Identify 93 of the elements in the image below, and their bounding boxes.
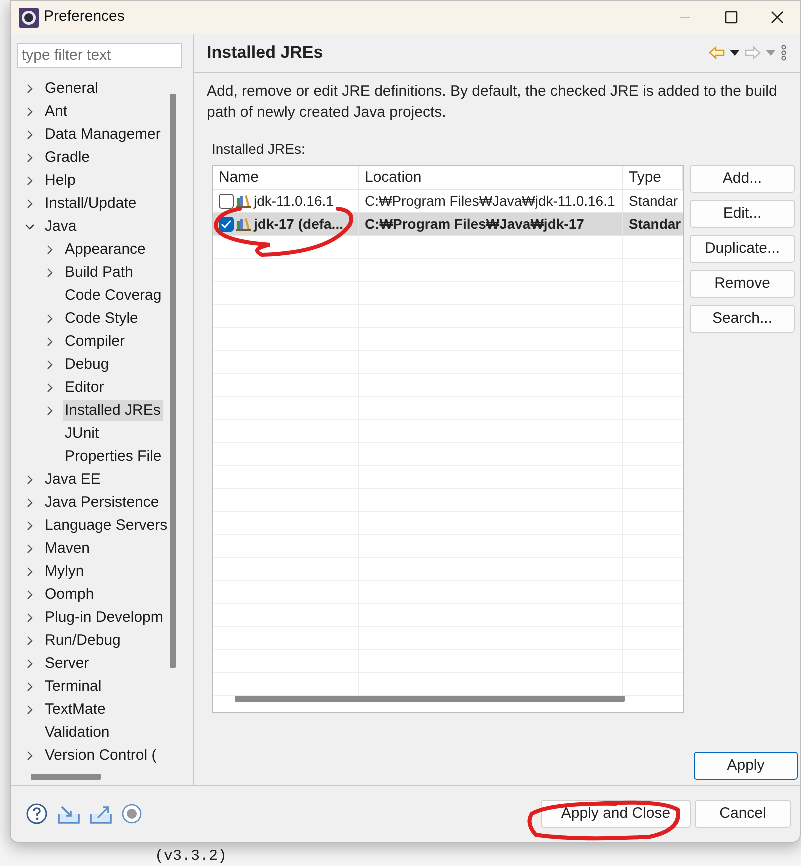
tree-item[interactable]: Maven bbox=[43, 538, 92, 559]
chevron-right-icon[interactable] bbox=[25, 590, 35, 600]
more-icon[interactable] bbox=[781, 45, 787, 61]
table-label: Installed JREs: bbox=[212, 140, 306, 159]
chevron-right-icon[interactable] bbox=[25, 152, 35, 162]
tree-item[interactable]: Installed JREs bbox=[63, 400, 163, 421]
tree-item[interactable]: Ant bbox=[43, 101, 70, 122]
tree-item[interactable]: Compiler bbox=[63, 331, 128, 352]
chevron-right-icon[interactable] bbox=[25, 198, 35, 208]
tree-item[interactable]: Appearance bbox=[63, 239, 148, 260]
chevron-right-icon[interactable] bbox=[25, 130, 35, 140]
tree-item[interactable]: Editor bbox=[63, 377, 106, 398]
chevron-right-icon[interactable] bbox=[25, 106, 35, 116]
column-header[interactable]: Name bbox=[213, 166, 359, 189]
chevron-right-icon[interactable] bbox=[45, 382, 55, 392]
chevron-right-icon[interactable] bbox=[25, 474, 35, 484]
help-icon[interactable] bbox=[26, 803, 48, 825]
chevron-right-icon[interactable] bbox=[25, 566, 35, 576]
chevron-right-icon[interactable] bbox=[25, 176, 35, 186]
table-cell-text: jdk-17 (defa... bbox=[254, 214, 344, 234]
tree-item[interactable]: Server bbox=[43, 653, 92, 674]
tree-item[interactable]: Debug bbox=[63, 354, 112, 375]
chevron-right-icon[interactable] bbox=[45, 314, 55, 324]
tree-item[interactable]: Properties File bbox=[63, 446, 164, 467]
description-text: Add, remove or edit JRE definitions. By default, the checked JRE is added to the build path of newly created Java projects. bbox=[206, 82, 778, 123]
tree-item[interactable]: Code Style bbox=[63, 308, 140, 329]
tree-item[interactable]: Java EE bbox=[43, 469, 103, 490]
checkbox[interactable] bbox=[219, 194, 234, 208]
side-button[interactable]: Edit... bbox=[690, 200, 795, 228]
tree-item[interactable]: Java bbox=[43, 216, 79, 237]
scrollbar-thumb[interactable] bbox=[235, 696, 625, 702]
export-icon[interactable] bbox=[90, 804, 112, 824]
tree-item[interactable]: Validation bbox=[43, 722, 112, 743]
table-cell: C:₩Program Files₩Java₩jdk-17 bbox=[359, 213, 623, 235]
side-button[interactable]: Add... bbox=[690, 165, 795, 193]
tree-item[interactable]: Plug-in Developm bbox=[43, 607, 166, 628]
background-text: (v3.3.2) bbox=[155, 847, 228, 866]
table-cell-text: jdk-11.0.16.1 bbox=[254, 192, 334, 211]
tree-item[interactable]: Language Servers bbox=[43, 515, 170, 536]
table-cell-text: Standar bbox=[628, 192, 680, 211]
tree-item[interactable]: Run/Debug bbox=[43, 630, 123, 651]
tree-item[interactable]: Terminal bbox=[43, 676, 104, 697]
tree-item[interactable]: Gradle bbox=[43, 147, 92, 168]
tree-item[interactable]: Code Coverag bbox=[63, 285, 164, 306]
chevron-right-icon[interactable] bbox=[25, 750, 35, 760]
chevron-right-icon[interactable] bbox=[25, 612, 35, 622]
scrollbar-thumb[interactable] bbox=[170, 94, 176, 668]
chevron-right-icon[interactable] bbox=[45, 360, 55, 370]
tree-item[interactable]: Oomph bbox=[43, 584, 96, 605]
record-icon[interactable] bbox=[122, 804, 142, 824]
tree-item[interactable]: Java Persistence bbox=[43, 492, 162, 513]
chevron-right-icon[interactable] bbox=[25, 84, 35, 94]
chevron-right-icon[interactable] bbox=[25, 704, 35, 714]
tree-item[interactable]: Build Path bbox=[63, 262, 136, 283]
import-icon[interactable] bbox=[58, 804, 80, 824]
filter-field[interactable]: type filter text bbox=[17, 43, 182, 68]
tree-item[interactable]: JUnit bbox=[63, 423, 102, 444]
dropdown-icon[interactable] bbox=[730, 50, 740, 56]
chevron-right-icon[interactable] bbox=[25, 658, 35, 668]
checkbox[interactable] bbox=[219, 216, 234, 232]
side-button[interactable]: Duplicate... bbox=[690, 235, 795, 263]
tree-item[interactable]: Version Control ( bbox=[43, 745, 159, 766]
library-icon bbox=[236, 194, 252, 208]
side-button[interactable]: Search... bbox=[690, 305, 795, 333]
chevron-right-icon[interactable] bbox=[45, 244, 55, 254]
tree-item[interactable]: Help bbox=[43, 170, 78, 191]
window-title: Preferences bbox=[44, 7, 125, 28]
side-button[interactable]: Remove bbox=[690, 270, 795, 298]
tree-item[interactable]: Install/Update bbox=[43, 193, 139, 214]
column-header[interactable]: Type bbox=[623, 166, 683, 189]
column-header[interactable]: Location bbox=[359, 166, 623, 189]
chevron-right-icon[interactable] bbox=[25, 544, 35, 554]
tree-item[interactable]: TextMate bbox=[43, 699, 108, 720]
chevron-down-icon[interactable] bbox=[25, 222, 35, 232]
tree-item[interactable]: Mylyn bbox=[43, 561, 86, 582]
app-icon bbox=[19, 8, 39, 28]
footer-button[interactable]: Cancel bbox=[695, 800, 791, 828]
scrollbar-thumb[interactable] bbox=[31, 774, 101, 780]
table-row[interactable]: jdk-17 (defa... C:₩Program Files₩Java₩jdk-17 Standar bbox=[213, 213, 683, 236]
table-cell: C:₩Program Files₩Java₩jdk-11.0.16.1 bbox=[359, 190, 623, 212]
chevron-right-icon[interactable] bbox=[45, 336, 55, 346]
table-cell-text: Standar bbox=[628, 215, 682, 234]
tree-item[interactable]: Data Managemer bbox=[43, 124, 163, 145]
chevron-right-icon[interactable] bbox=[25, 636, 35, 646]
apply-button[interactable]: Apply bbox=[694, 752, 798, 780]
chevron-right-icon[interactable] bbox=[45, 406, 55, 416]
tree-item[interactable]: General bbox=[43, 78, 100, 99]
library-icon bbox=[236, 217, 252, 231]
page-title: Installed JREs bbox=[207, 42, 324, 64]
chevron-right-icon[interactable] bbox=[25, 520, 35, 530]
chevron-right-icon[interactable] bbox=[25, 498, 35, 508]
chevron-right-icon[interactable] bbox=[45, 268, 55, 278]
chevron-right-icon[interactable] bbox=[25, 682, 35, 692]
